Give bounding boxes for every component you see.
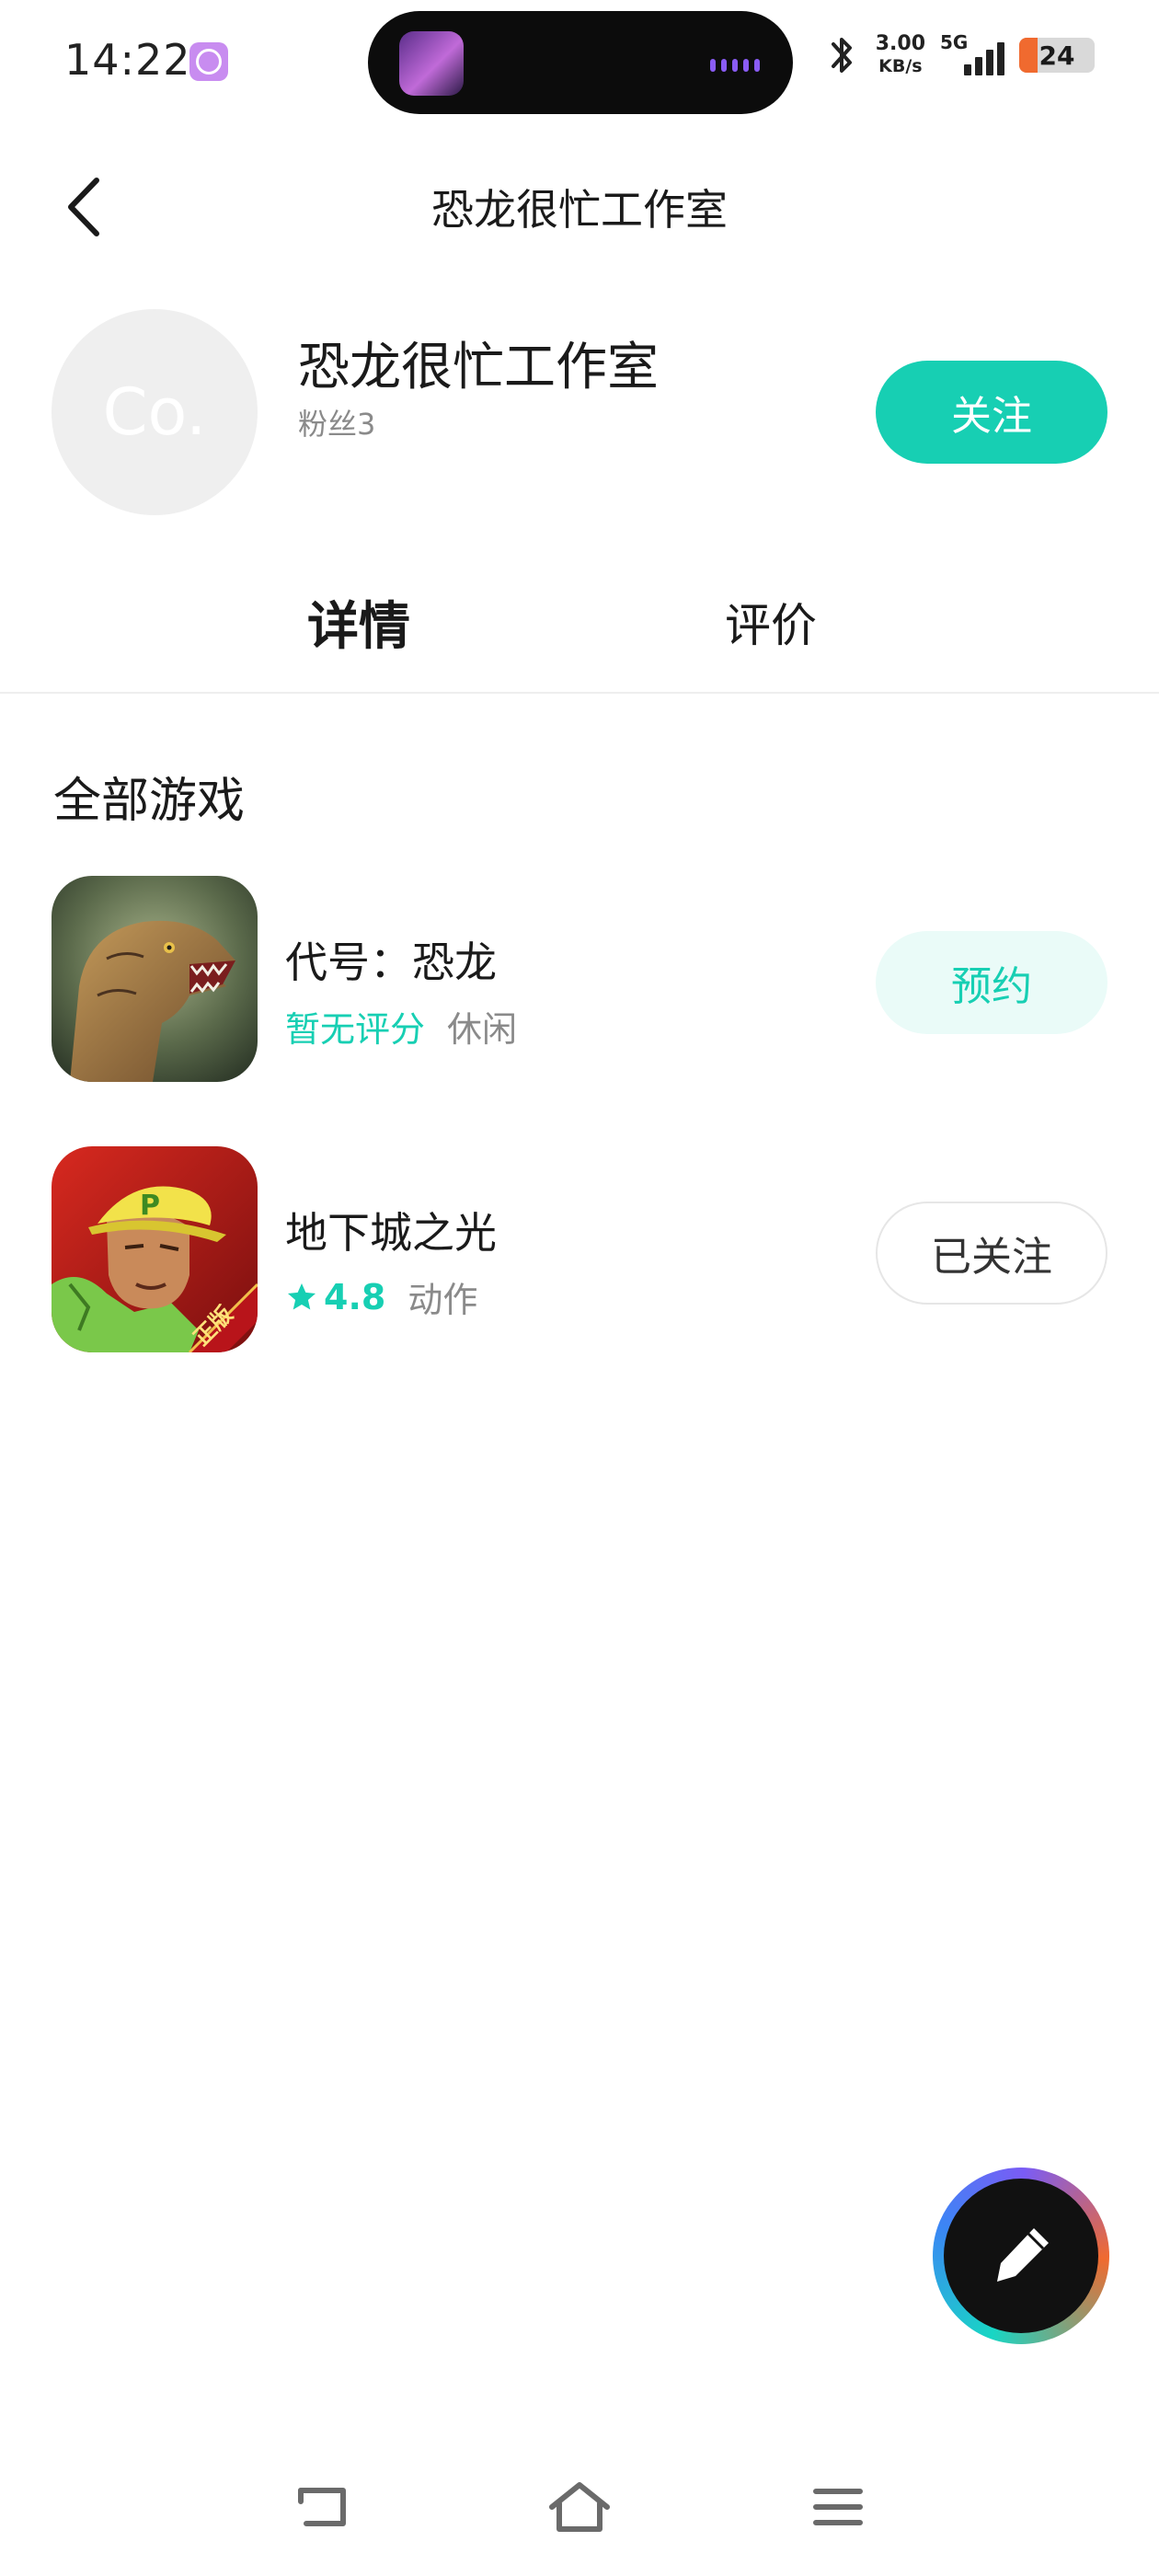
followed-button[interactable]: 已关注: [876, 1202, 1107, 1305]
pencil-icon: [997, 2228, 1049, 2282]
dinosaur-game-icon[interactable]: [52, 876, 258, 1082]
status-indicators: 3.00 KB/s 5G 24: [824, 31, 1095, 79]
list-item[interactable]: 代号：恐龙 暂无评分 休闲 预约: [0, 876, 1159, 1082]
page-title: 恐龙很忙工作室: [431, 185, 728, 235]
battery-icon: 24: [1019, 38, 1095, 73]
back-nav-icon[interactable]: [281, 2466, 364, 2548]
tab-reviews-label: 评价: [725, 599, 817, 652]
status-time: 14:22: [64, 35, 191, 85]
game-rating: 4.8: [285, 1277, 385, 1317]
game-meta: 暂无评分 休闲: [285, 1001, 517, 1052]
game-name: 代号：恐龙: [285, 937, 497, 987]
battery-percent: 24: [1039, 40, 1075, 71]
game-genre: 休闲: [447, 1009, 518, 1050]
menu-nav-icon[interactable]: [797, 2466, 879, 2548]
network-speed-value: 3.00: [875, 32, 925, 55]
game-rating: 暂无评分: [285, 1009, 426, 1050]
list-item[interactable]: P 正版 地下城之光 4.8 动作 已关注: [0, 1146, 1159, 1352]
game-genre: 动作: [407, 1280, 478, 1320]
fans-count: 粉丝3: [298, 407, 376, 442]
tab-detail[interactable]: 详情: [307, 585, 410, 660]
game-meta: 4.8 动作: [285, 1271, 477, 1322]
app-notification-icon: [189, 42, 228, 81]
system-nav-bar: [0, 2466, 1159, 2558]
dungeon-game-icon[interactable]: P 正版: [52, 1146, 258, 1352]
signal-icon: 5G: [940, 31, 1004, 79]
network-speed: 3.00 KB/s: [876, 33, 925, 77]
avatar[interactable]: Co.: [52, 309, 258, 515]
home-nav-icon[interactable]: [538, 2466, 621, 2548]
avatar-text: Co.: [102, 374, 207, 450]
now-playing-thumbnail: [399, 31, 464, 96]
star-icon: [288, 1282, 316, 1309]
section-title: 全部游戏: [53, 774, 246, 829]
reserve-button[interactable]: 预约: [876, 931, 1107, 1034]
follow-button[interactable]: 关注: [876, 361, 1107, 464]
dynamic-island[interactable]: [368, 11, 793, 114]
tab-reviews[interactable]: 评价: [725, 589, 817, 655]
tab-detail-label: 详情: [307, 597, 410, 657]
svg-text:P: P: [140, 1190, 160, 1222]
network-speed-unit: KB/s: [878, 56, 923, 76]
game-name: 地下城之光: [285, 1208, 497, 1258]
studio-name: 恐龙很忙工作室: [298, 338, 659, 397]
game-rating-value: 4.8: [324, 1276, 386, 1317]
status-bar: 14:22 3.00 KB/s 5G 24: [0, 0, 1159, 129]
divider: [0, 692, 1159, 694]
bluetooth-icon: [831, 38, 852, 73]
compose-button[interactable]: [933, 2168, 1109, 2344]
audio-wave-icon: [710, 59, 760, 72]
